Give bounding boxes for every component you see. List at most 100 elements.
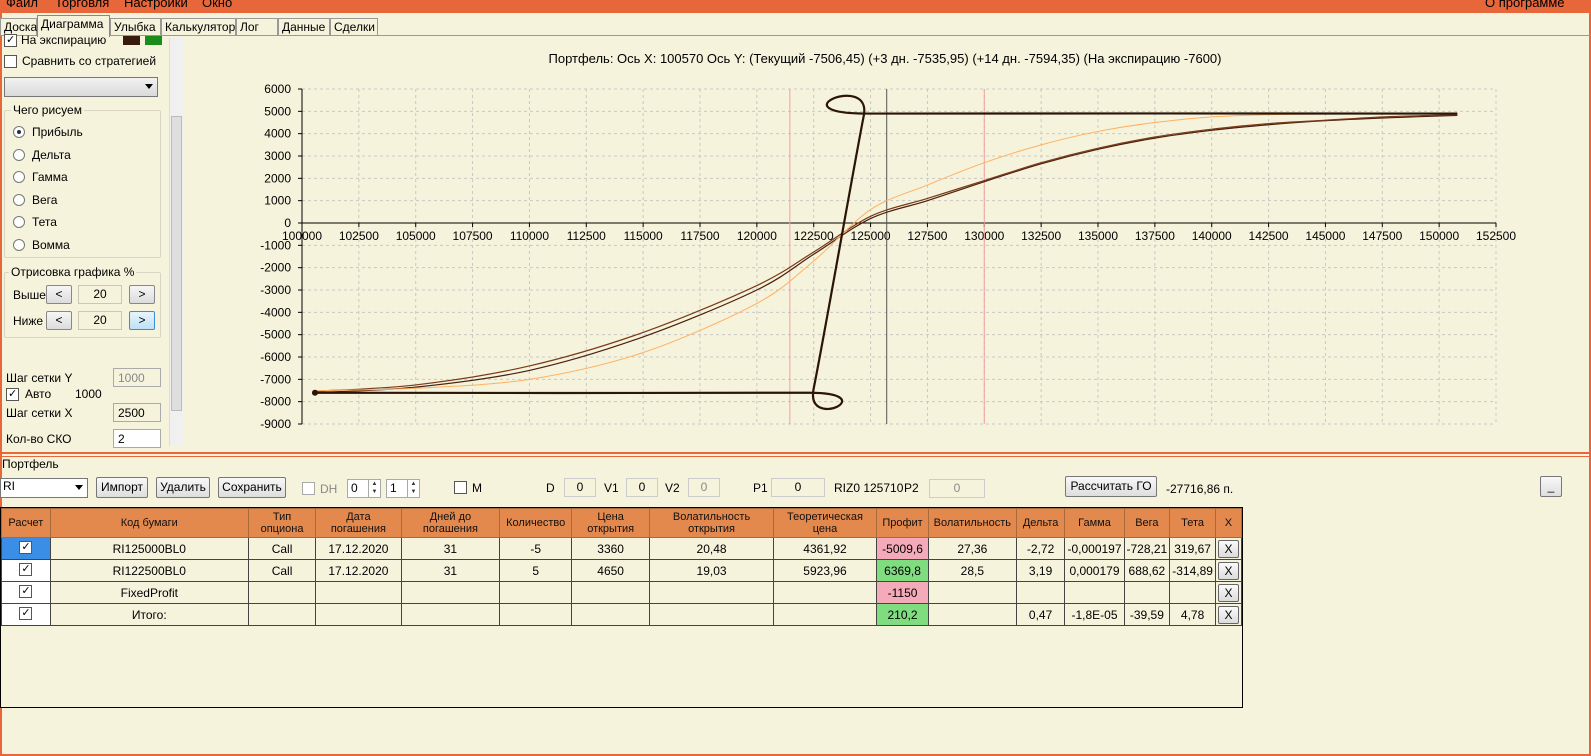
spin-arrows-icon[interactable]: ▲ ▼ — [368, 480, 380, 497]
save-button[interactable]: Сохранить — [218, 477, 286, 498]
y-tick-label: -7000 — [260, 372, 291, 386]
column-header[interactable]: Дней до погашения — [400, 508, 501, 538]
profit-cell: 6369,8 — [876, 559, 929, 582]
column-header[interactable]: Волатильность — [927, 508, 1017, 538]
column-header[interactable]: Тета — [1169, 508, 1216, 538]
x-tick-label: 115000 — [624, 229, 663, 243]
table-cell — [571, 581, 651, 604]
table-cell: 28,5 — [927, 559, 1017, 582]
table-cell: -39,59 — [1123, 603, 1171, 626]
table-cell: Итого: — [49, 603, 249, 626]
table-cell: -5 — [499, 537, 573, 560]
remove-row-button[interactable]: X — [1217, 583, 1239, 602]
d-label: D — [546, 481, 555, 495]
x-tick-label: 117500 — [680, 229, 719, 243]
remove-row-button[interactable]: X — [1217, 561, 1239, 580]
portfolio-table: Расчет Код бумаги Тип опциона Дата погашени… — [0, 507, 1243, 708]
column-header[interactable]: Дата погашения — [315, 508, 402, 538]
table-cell — [649, 581, 774, 604]
table-row[interactable]: RI122500BL0Call17.12.2020315465019,03592… — [1, 559, 1243, 582]
table-row[interactable]: Итого: 210,2 0,47-1,8E-05-39,594,78X — [1, 603, 1243, 626]
calculate-go-button[interactable]: Рассчитать ГО — [1065, 476, 1157, 497]
column-header[interactable]: Вега — [1123, 508, 1171, 538]
column-header[interactable]: Гамма — [1064, 508, 1125, 538]
y-tick-label: 0 — [284, 216, 291, 230]
y-tick-label: -1000 — [260, 238, 291, 252]
remove-row-button[interactable]: X — [1217, 605, 1239, 624]
table-row[interactable]: FixedProfit -1150 X — [1, 581, 1243, 604]
table-cell: 0,47 — [1015, 603, 1066, 626]
calc-checkbox[interactable] — [19, 540, 33, 554]
y-tick-label: -9000 — [260, 417, 291, 431]
table-cell: 17.12.2020 — [315, 559, 402, 582]
table-cell — [571, 603, 651, 626]
p2-input[interactable]: 0 — [929, 479, 985, 498]
calc-checkbox[interactable] — [19, 562, 33, 576]
p1-label: P1 — [753, 481, 768, 495]
p1-input[interactable]: 0 — [771, 478, 825, 497]
v1-input[interactable]: 0 — [626, 478, 658, 497]
y-tick-label: -8000 — [260, 395, 291, 409]
calc-checkbox[interactable] — [19, 584, 33, 598]
spin-arrows-icon[interactable]: ▲ ▼ — [407, 480, 419, 497]
spin2-input[interactable]: 1 ▲ ▼ — [386, 479, 420, 498]
table-cell: 31 — [400, 559, 501, 582]
column-header[interactable]: Профит — [876, 508, 929, 538]
x-tick-label: 132500 — [1021, 229, 1061, 243]
series-line — [314, 114, 1458, 394]
x-tick-label: 152500 — [1476, 229, 1516, 243]
d-input[interactable]: 0 — [564, 478, 596, 497]
column-header[interactable]: Цена открытия — [571, 508, 651, 538]
table-cell: FixedProfit — [49, 581, 249, 604]
calc-checkbox-cell — [1, 581, 51, 604]
tab-diagram[interactable]: Диаграмма — [37, 15, 110, 37]
table-cell: 5 — [499, 559, 573, 582]
table-cell — [1015, 581, 1066, 604]
table-cell: -1,8E-05 — [1064, 603, 1125, 626]
spin1-input[interactable]: 0 ▲ ▼ — [347, 479, 381, 498]
dh-checkbox[interactable] — [302, 482, 315, 495]
x-tick-label: 102500 — [339, 229, 379, 243]
table-cell: 4361,92 — [772, 537, 878, 560]
minimize-button[interactable]: _ — [1540, 476, 1562, 497]
x-tick-label: 135000 — [1078, 229, 1118, 243]
m-checkbox[interactable] — [454, 481, 467, 494]
column-header[interactable]: Расчет — [1, 508, 51, 538]
futures-price: RIZ0 125710 — [834, 481, 904, 495]
import-button[interactable]: Импорт — [96, 477, 148, 498]
spin2-value: 1 — [390, 481, 397, 495]
v2-input[interactable]: 0 — [688, 478, 720, 497]
table-cell: RI122500BL0 — [49, 559, 249, 582]
remove-cell: X — [1214, 603, 1243, 626]
column-header[interactable]: Волатильность открытия — [649, 508, 774, 538]
column-header[interactable]: X — [1214, 508, 1243, 538]
y-tick-label: 6000 — [264, 82, 291, 96]
table-cell — [649, 603, 774, 626]
column-header[interactable]: Дельта — [1015, 508, 1066, 538]
column-header[interactable]: Количество — [499, 508, 573, 538]
table-cell: 27,36 — [927, 537, 1017, 560]
table-cell: 20,48 — [649, 537, 774, 560]
column-header[interactable]: Теоретическая цена — [772, 508, 878, 538]
start-point-marker — [311, 389, 318, 396]
column-header[interactable]: Тип опциона — [247, 508, 317, 538]
x-tick-label: 142500 — [1249, 229, 1289, 243]
chevron-down-icon — [75, 485, 83, 490]
table-cell — [1064, 581, 1125, 604]
delete-button[interactable]: Удалить — [156, 477, 210, 498]
column-header[interactable]: Код бумаги — [49, 508, 249, 538]
table-cell — [1123, 581, 1171, 604]
table-cell: 319,67 — [1169, 537, 1216, 560]
table-cell — [247, 581, 317, 604]
x-tick-label: 107500 — [453, 229, 493, 243]
panel-splitter[interactable] — [0, 452, 1591, 457]
remove-row-button[interactable]: X — [1217, 539, 1239, 558]
calc-checkbox[interactable] — [19, 606, 33, 620]
symbol-dropdown[interactable]: RI — [0, 478, 88, 498]
table-cell — [499, 603, 573, 626]
p2-label: P2 — [904, 481, 919, 495]
table-cell: 4,78 — [1169, 603, 1216, 626]
table-cell: Call — [247, 537, 317, 560]
table-row[interactable]: RI125000BL0Call17.12.202031-5336020,4843… — [1, 537, 1243, 560]
table-cell — [1169, 581, 1216, 604]
